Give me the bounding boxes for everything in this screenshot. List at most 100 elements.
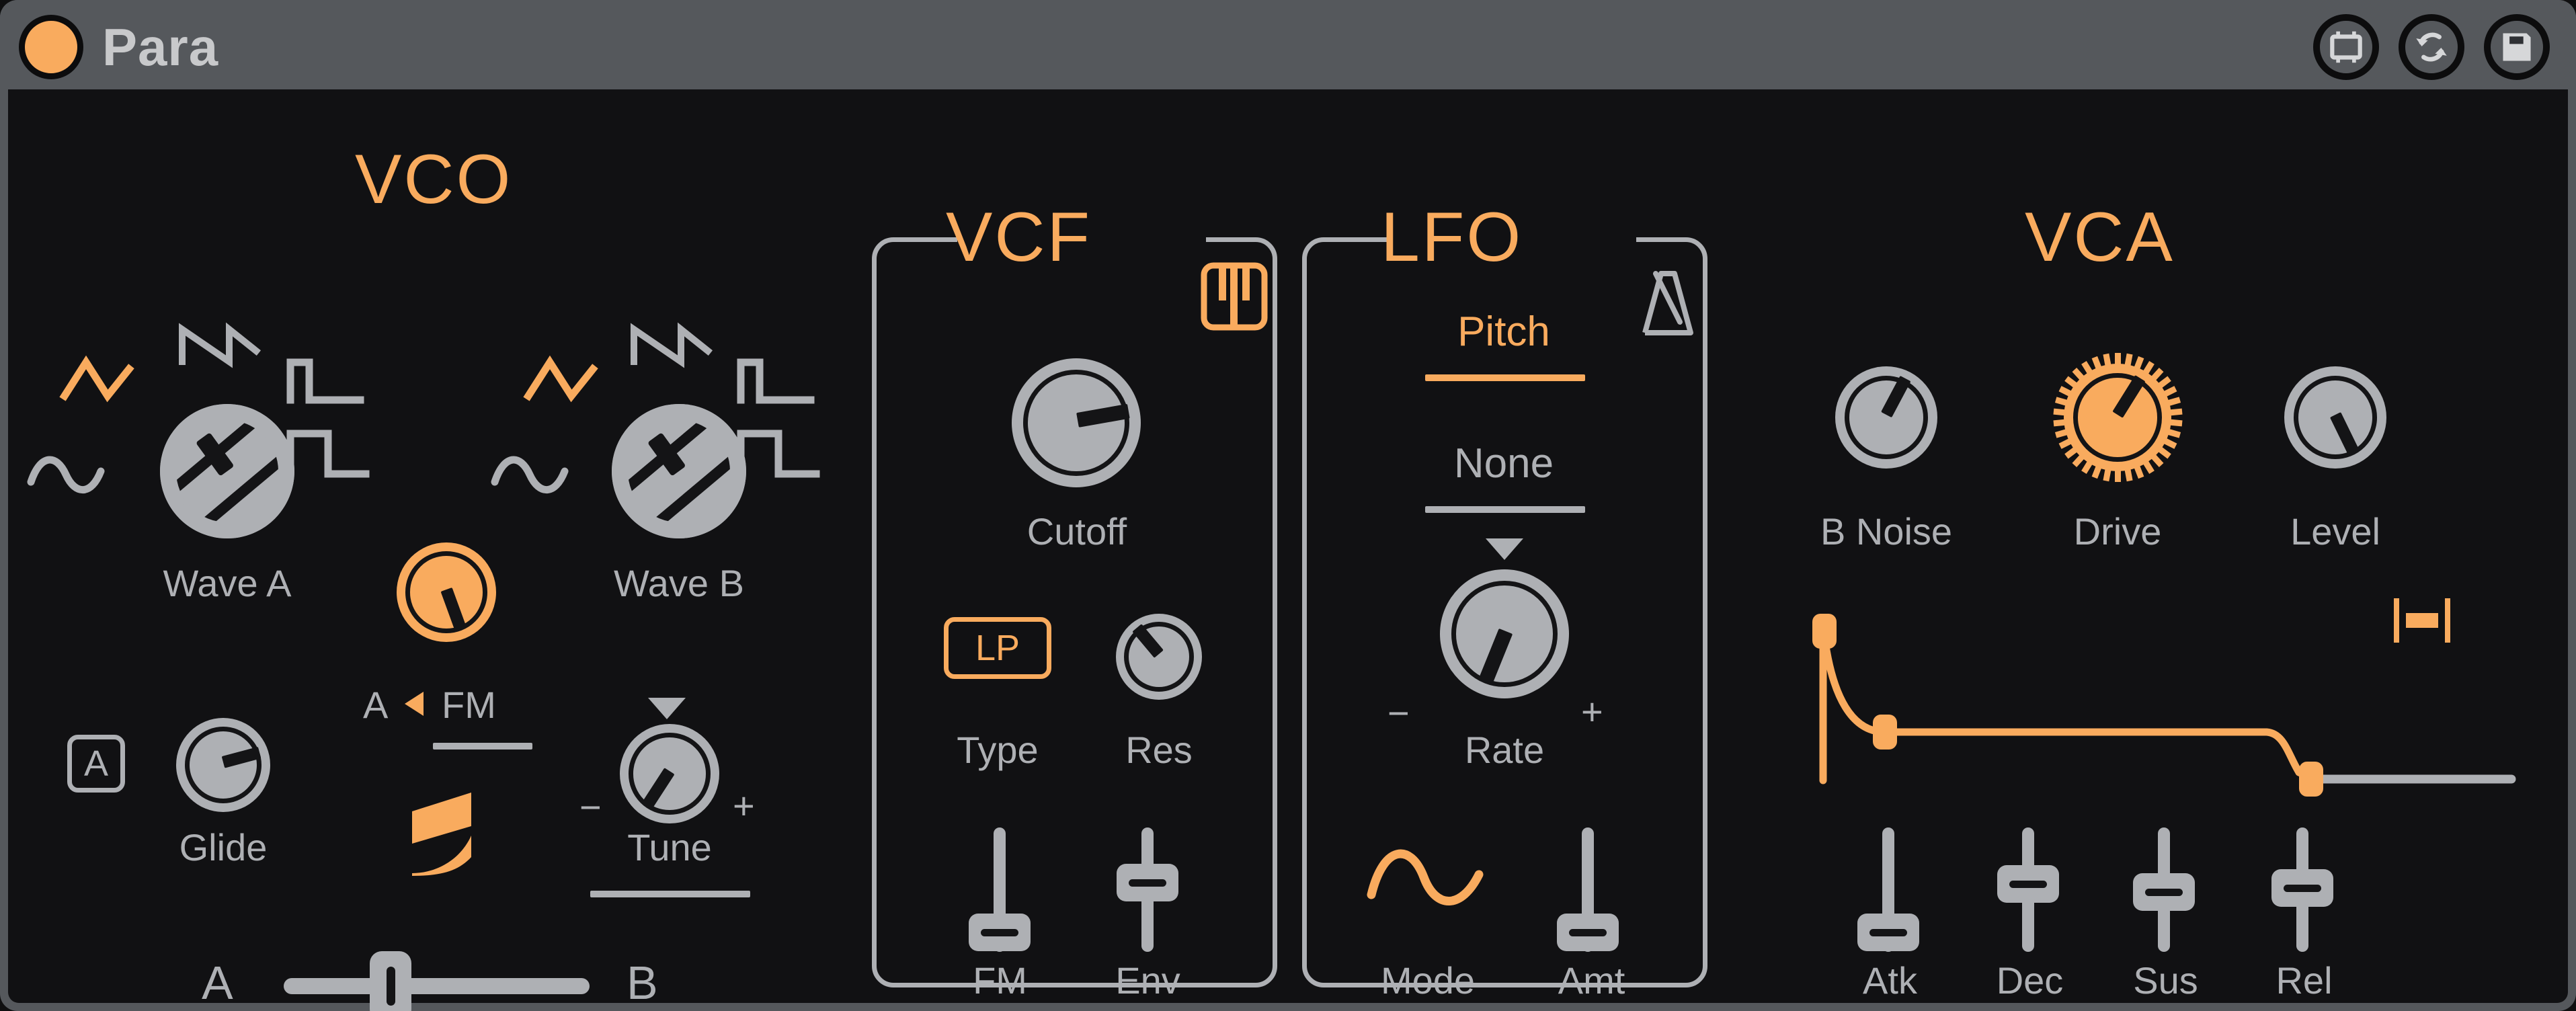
tune-plus-label: +	[733, 784, 755, 827]
vcf-env-label: Env	[1115, 959, 1180, 1002]
sync-icon	[2411, 26, 2452, 68]
wave-a-knob-face	[176, 420, 278, 522]
lfo-destination-primary[interactable]: Pitch	[1373, 311, 1635, 353]
level-knob[interactable]	[2284, 366, 2386, 469]
wave-a-knob[interactable]	[160, 404, 294, 538]
drive-knob[interactable]	[2064, 364, 2171, 471]
lfo-destination-secondary[interactable]: None	[1373, 443, 1635, 485]
resonance-knob[interactable]	[1116, 614, 1202, 700]
glide-mode-badge[interactable]: A	[67, 735, 125, 793]
vcf-fm-label: FM	[973, 959, 1027, 1002]
vcf-type-label: Type	[957, 729, 1039, 771]
lfo-amt-label: Amt	[1558, 959, 1625, 1002]
chip-icon	[2325, 26, 2367, 68]
release-label: Rel	[2276, 959, 2333, 1002]
chip-button[interactable]	[2313, 14, 2379, 80]
cutoff-knob-face	[1023, 370, 1129, 476]
attack-handle[interactable]	[1857, 914, 1919, 951]
waveform-sine-icon-b[interactable]	[491, 444, 581, 505]
main-panel: VCO Wave A Wave B A FM A Glide − + Tune …	[8, 89, 2568, 1011]
lfo-dest1-underline	[1425, 374, 1585, 381]
vcf-panel	[872, 233, 1277, 987]
cutoff-label: Cutoff	[1027, 510, 1127, 553]
ab-mix-slider[interactable]	[284, 951, 590, 1011]
decay-label: Dec	[1996, 959, 2064, 1002]
tune-label: Tune	[627, 826, 712, 868]
vcf-res-label: Res	[1125, 729, 1193, 771]
tune-marker-icon	[648, 698, 686, 719]
vcf-fm-slider[interactable]	[963, 827, 1037, 952]
fm-underline	[433, 743, 532, 750]
waveform-square-icon-a[interactable]	[286, 426, 374, 487]
vcf-env-slider[interactable]	[1111, 827, 1184, 952]
glide-label: Glide	[179, 826, 268, 868]
sync-button[interactable]	[2399, 14, 2464, 80]
attack-label: Atk	[1863, 959, 1917, 1002]
rate-marker-icon	[1486, 538, 1523, 560]
vcf-fm-handle[interactable]	[969, 914, 1031, 951]
wave-b-knob[interactable]	[612, 404, 746, 538]
tune-knob[interactable]	[620, 724, 719, 823]
fm-source-label: A	[363, 684, 389, 726]
b-noise-label: B Noise	[1820, 510, 1953, 553]
wave-b-knob-face	[628, 420, 730, 522]
lfo-mode-label: Mode	[1380, 959, 1476, 1002]
lfo-rate-knob[interactable]	[1440, 569, 1569, 698]
metronome-icon[interactable]	[1638, 270, 1697, 337]
synth-window: Para VCO Wave A Wave B A FM A Glide − + …	[0, 0, 2576, 1011]
sustain-handle[interactable]	[2133, 873, 2195, 911]
drive-label: Drive	[2073, 510, 2162, 553]
waveform-triangle-icon-a[interactable]	[59, 353, 148, 412]
waveform-sine-icon-a[interactable]	[27, 444, 118, 505]
waveform-saw-icon-a[interactable]	[178, 322, 266, 385]
title-bar: Para	[0, 0, 2576, 94]
tune-underline	[590, 891, 750, 897]
tune-minus-label: −	[579, 786, 602, 828]
wave-a-label: Wave A	[163, 562, 292, 604]
waveform-pulse-icon-a[interactable]	[286, 357, 374, 415]
waveform-triangle-icon-b[interactable]	[523, 353, 612, 412]
section-title-lfo: LFO	[1381, 198, 1523, 276]
attack-slider[interactable]	[1851, 827, 1925, 952]
waveform-square-icon-b[interactable]	[737, 426, 824, 487]
drive-knob-face	[2073, 373, 2162, 462]
sustain-label: Sus	[2133, 959, 2198, 1002]
lfo-amt-slider[interactable]	[1551, 827, 1625, 952]
sustain-slider[interactable]	[2127, 827, 2201, 952]
rate-minus-label: −	[1387, 692, 1410, 734]
section-title-vco: VCO	[355, 140, 513, 218]
b-noise-knob[interactable]	[1835, 366, 1937, 469]
glide-knob-face	[184, 726, 262, 804]
section-title-vcf: VCF	[946, 198, 1092, 276]
vcf-env-handle[interactable]	[1117, 864, 1178, 901]
save-button[interactable]	[2484, 14, 2550, 80]
section-title-vca: VCA	[2025, 198, 2175, 276]
mix-a-label: A	[202, 957, 233, 1009]
power-led-icon[interactable]	[19, 15, 83, 79]
lfo-rate-label: Rate	[1464, 729, 1545, 771]
ab-mix-handle[interactable]	[370, 951, 411, 1011]
envelope-graph[interactable]	[1812, 600, 2546, 797]
fm-amount-knob[interactable]	[397, 542, 496, 642]
decay-slider[interactable]	[1991, 827, 2065, 952]
exp-curve-icon[interactable]	[407, 787, 481, 876]
lfo-mode-sine-icon[interactable]	[1366, 836, 1487, 916]
release-handle[interactable]	[2271, 869, 2333, 907]
glide-knob[interactable]	[176, 718, 270, 812]
fm-route-arrow-icon	[401, 688, 430, 720]
page-title: Para	[102, 17, 219, 77]
waveform-pulse-icon-b[interactable]	[737, 357, 824, 415]
b-noise-knob-face	[1844, 375, 1929, 460]
lfo-dest2-underline	[1425, 506, 1585, 513]
save-icon	[2497, 28, 2536, 67]
waveform-saw-icon-b[interactable]	[630, 322, 717, 385]
fm-label: FM	[442, 684, 496, 726]
ab-mix-track	[284, 978, 590, 994]
lfo-amt-handle[interactable]	[1557, 914, 1619, 951]
release-slider[interactable]	[2265, 827, 2339, 952]
wave-b-label: Wave B	[614, 562, 744, 604]
decay-handle[interactable]	[1997, 865, 2059, 903]
filter-type-badge[interactable]: LP	[944, 617, 1051, 679]
cutoff-knob[interactable]	[1012, 358, 1141, 487]
keyboard-icon[interactable]	[1201, 262, 1268, 331]
